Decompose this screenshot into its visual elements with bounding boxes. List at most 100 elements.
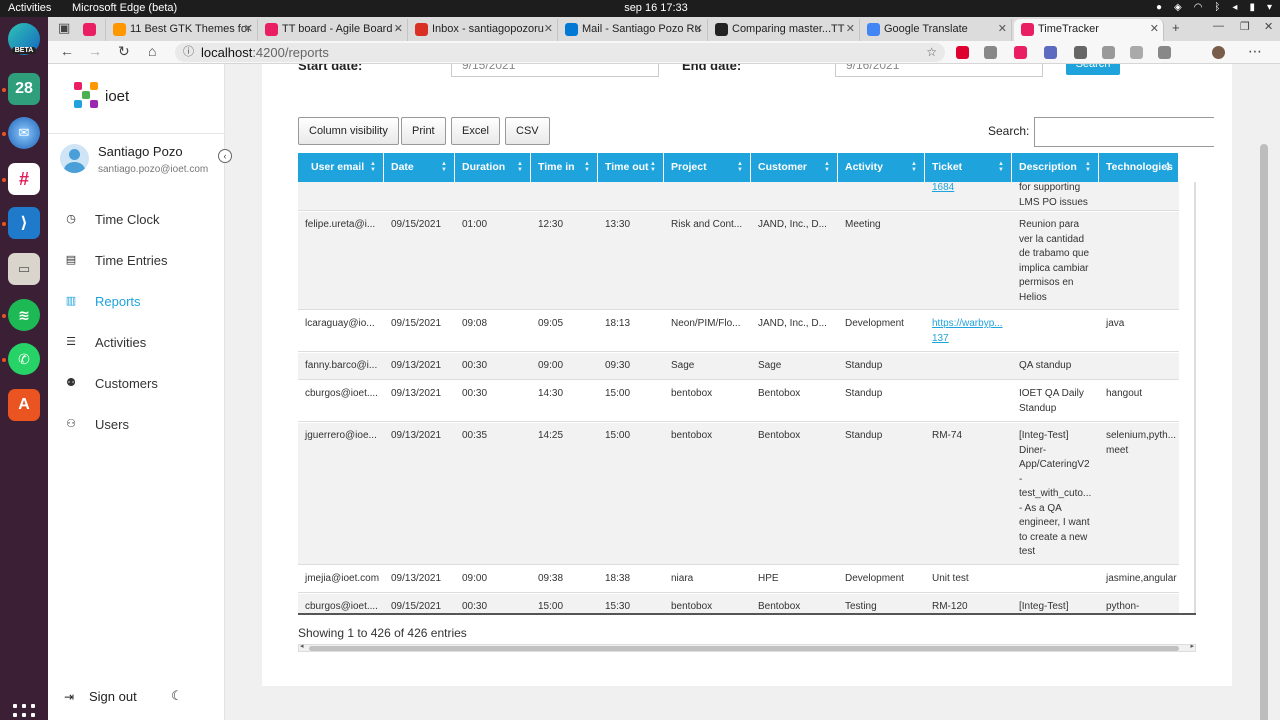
favorite-star-icon[interactable]: ☆ [926,43,937,62]
profile-avatar[interactable] [1212,46,1225,59]
forward-button[interactable]: → [88,43,102,59]
angular-extension-icon[interactable] [956,46,969,59]
whatsapp-icon[interactable]: ✆ [8,343,40,375]
reload-button[interactable]: ↻ [118,43,130,60]
sort-icon[interactable]: ▲▼ [909,161,918,173]
sort-icon[interactable]: ▲▼ [648,161,657,173]
sign-out-button[interactable]: ⇥ Sign out [64,688,214,708]
sort-icon[interactable]: ▲▼ [1083,161,1092,173]
tab-actions-icon[interactable]: ▣ [58,20,70,36]
files-icon[interactable]: ▭ [8,253,40,285]
screen-extension-icon[interactable] [1074,46,1087,59]
table-row[interactable]: jmejia@ioet.com 09/13/2021 09:00 09:38 18:38… [298,566,1179,593]
minimize-button[interactable]: — [1213,20,1224,32]
search-button[interactable]: Search [1066,64,1120,75]
scroll-right-icon[interactable]: ▸ [1190,642,1194,650]
sort-icon[interactable]: ▲▼ [439,161,448,173]
column-header[interactable]: Time in ▲▼ [531,153,598,182]
tab-close-icon[interactable]: ✕ [846,19,855,40]
sort-icon[interactable]: ▲▼ [582,161,591,173]
pen-extension-icon[interactable] [1044,46,1057,59]
table-vertical-scrollbar[interactable] [1194,182,1196,613]
end-date-input[interactable]: 9/16/2021 [835,64,1043,77]
home-button[interactable]: ⌂ [148,43,156,59]
calendar-icon[interactable]: 28 [8,73,40,105]
table-row[interactable]: jguerrero@ioe... 09/13/2021 00:35 14:25 15:0… [298,423,1179,565]
start-date-input[interactable]: 9/15/2021 [451,64,659,77]
back-button[interactable]: ← [60,43,74,59]
table-row[interactable]: cburgos@ioet.... 09/15/2021 00:30 15:00 15:3… [298,594,1179,613]
wifi-icon[interactable]: ◠ [1194,2,1203,13]
favorites-icon[interactable] [1130,46,1143,59]
table-search-input[interactable] [1034,117,1214,147]
clock[interactable]: sep 16 17:33 [616,2,696,14]
thunderbird-icon[interactable]: ✉ [8,117,40,149]
tab-2[interactable]: TT board - Agile Board - ✕ [258,19,408,41]
tab-6[interactable]: Google Translate ✕ [860,19,1012,41]
site-info-icon[interactable]: ⓘ [183,43,194,62]
software-store-icon[interactable]: A [8,389,40,421]
page-scrollbar-thumb[interactable] [1260,144,1268,720]
column-header[interactable]: User email ▲▼ [298,153,384,182]
table-row[interactable]: felipe.ureta@i... 09/15/2021 01:00 12:30 13:… [298,212,1179,310]
maximize-button[interactable]: ❐ [1240,20,1250,33]
spotify-icon[interactable]: ≋ [8,299,40,331]
sort-icon[interactable]: ▲▼ [735,161,744,173]
show-applications-icon[interactable] [13,704,35,720]
nav-reports[interactable]: ▥ Reports [64,290,214,314]
tampermonkey-icon[interactable] [1014,46,1027,59]
column-header[interactable]: Time out ▲▼ [598,153,664,182]
edge-beta-icon[interactable]: BETA [8,23,40,55]
battery-icon[interactable]: ▮ [1249,2,1255,13]
sort-icon[interactable]: ▲▼ [368,161,377,173]
power-menu-icon[interactable]: ▾ [1267,2,1272,13]
slack-icon[interactable]: # [8,163,40,195]
ticket-link[interactable]: https://warbyp... 137 [932,318,1003,344]
column-header[interactable]: Date ▲▼ [384,153,455,182]
sort-icon[interactable]: ▲▼ [515,161,524,173]
vscode-icon[interactable]: ⟩ [8,207,40,239]
table-row[interactable]: cburgos@ioet.... 09/13/2021 00:30 14:30 15:0… [298,381,1179,422]
column-header[interactable]: Customer ▲▼ [751,153,838,182]
scroll-left-icon[interactable]: ◂ [300,642,304,650]
system-tray[interactable]: ● ◈ ◠ ᛒ ◂ ▮ ▾ [1156,2,1272,13]
csv-button[interactable]: CSV [505,117,550,145]
tab-close-icon[interactable]: ✕ [394,19,403,40]
column-visibility-button[interactable]: Column visibility [298,117,399,145]
nav-users[interactable]: ⚇ Users [64,413,214,437]
whatsapp-tray-icon[interactable]: ● [1156,2,1162,13]
nav-customers[interactable]: ⚉ Customers [64,372,214,396]
bluetooth-icon[interactable]: ᛒ [1214,2,1220,13]
close-window-button[interactable]: ✕ [1264,20,1273,33]
tab-timetracker[interactable]: TimeTracker ✕ [1014,19,1164,41]
extension-icon[interactable] [984,46,997,59]
nav-time-entries[interactable]: ▤ Time Entries [64,249,214,273]
sort-icon[interactable]: ▲▼ [822,161,831,173]
table-horizontal-scrollbar[interactable]: ◂ ▸ [298,642,1196,652]
print-button[interactable]: Print [401,117,446,145]
sort-icon[interactable]: ▲▼ [996,161,1005,173]
column-header[interactable]: Duration ▲▼ [455,153,531,182]
nav-time-clock[interactable]: ◷ Time Clock [64,208,214,232]
column-header[interactable]: Technologies ▲▼ [1099,153,1179,182]
nav-activities[interactable]: ☰ Activities [64,331,214,355]
table-row[interactable]: fanny.barco@i... 09/13/2021 00:30 09:00 09:3… [298,353,1179,380]
collapse-sidebar-icon[interactable]: ‹ [218,149,232,163]
column-header[interactable]: Description ▲▼ [1012,153,1099,182]
tab-5[interactable]: Comparing master...TT ✕ [708,19,860,41]
scrollbar-thumb[interactable] [309,646,1179,651]
new-tab-button[interactable]: + [1172,20,1180,35]
ticket-link[interactable]: 1684 [932,182,954,193]
app-menu[interactable]: Microsoft Edge (beta) [72,2,177,14]
volume-icon[interactable]: ◂ [1232,2,1237,13]
tab-4[interactable]: Mail - Santiago Pozo Ru ✕ [558,19,708,41]
excel-button[interactable]: Excel [451,117,500,145]
activities-button[interactable]: Activities [8,2,51,14]
sort-icon[interactable]: ▲▼ [1163,161,1172,173]
column-header[interactable]: Ticket ▲▼ [925,153,1012,182]
tab-close-icon[interactable]: ✕ [1150,19,1159,40]
tab-close-icon[interactable]: ✕ [544,19,553,40]
tab-close-icon[interactable]: ✕ [244,19,253,40]
puzzle-extensions-icon[interactable] [1102,46,1115,59]
tab-1[interactable]: 11 Best GTK Themes for ✕ [106,19,258,41]
